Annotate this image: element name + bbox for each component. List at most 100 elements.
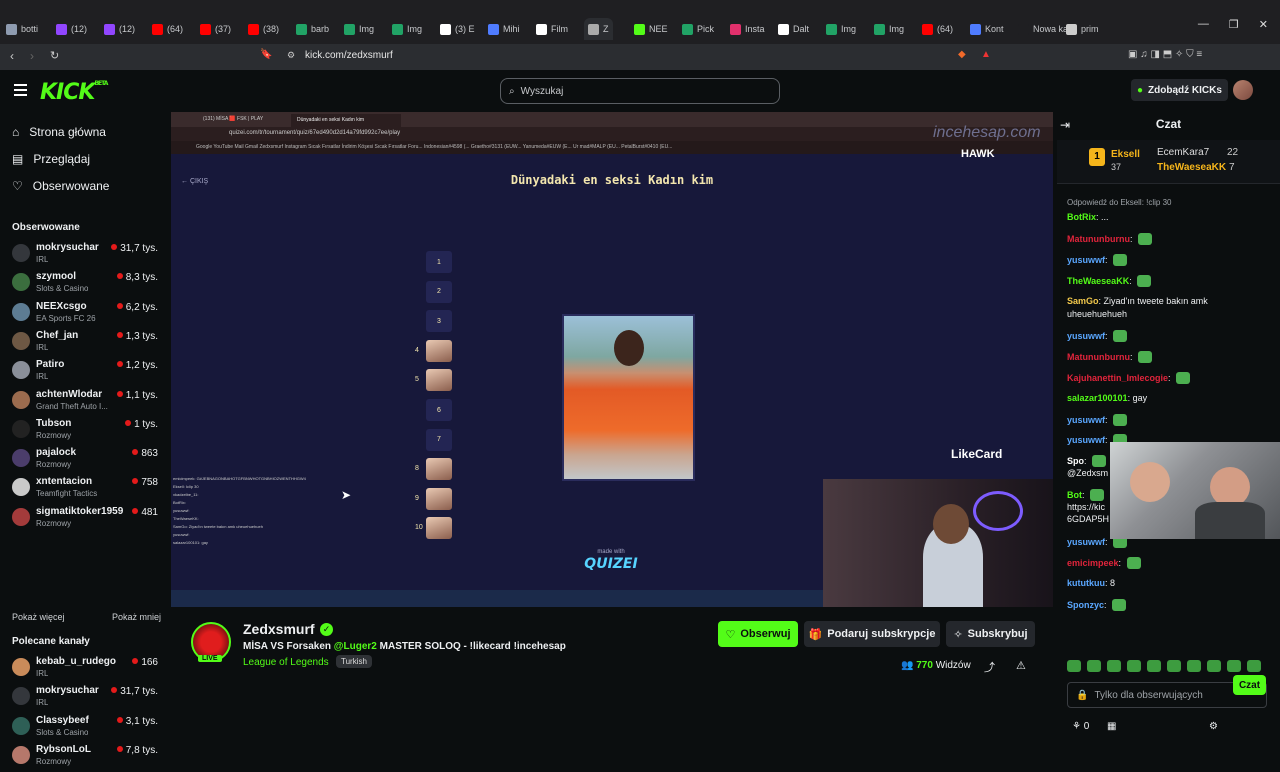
follow-button[interactable]: ♡ Obserwuj <box>718 621 798 647</box>
subscribe-label: Subskrybuj <box>967 628 1028 640</box>
site-info-icon[interactable]: ⚙ <box>287 50 295 61</box>
close-icon[interactable]: ✕ <box>1259 18 1268 31</box>
video-player[interactable]: (131) MİSA 🟥 FSK | PLAY Dünyadaki en sek… <box>171 112 1053 607</box>
report-icon[interactable]: ⚠ <box>1016 659 1026 672</box>
browser-tab[interactable]: Img <box>826 18 856 40</box>
get-kicks-button[interactable]: ● Zdobądź KICKs <box>1131 79 1228 101</box>
browser-tab[interactable]: Img <box>874 18 904 40</box>
browser-tab[interactable]: Img <box>344 18 374 40</box>
chat-username[interactable]: salazar100101 <box>1067 393 1128 403</box>
search-input[interactable]: ⌕ Wyszukaj <box>500 78 780 104</box>
chat-username[interactable]: Bot <box>1067 490 1082 500</box>
nav-browse[interactable]: ▤ Przeglądaj <box>12 152 90 166</box>
chat-username[interactable]: yusuwwf <box>1067 537 1105 547</box>
chat-username[interactable]: Matununburnu <box>1067 352 1130 362</box>
chat-send-button[interactable]: Czat <box>1233 675 1266 695</box>
channel-item[interactable]: Patiro IRL 1,2 tys. <box>12 359 162 387</box>
chat-username[interactable]: SamGo <box>1067 296 1099 306</box>
settings-icon[interactable]: ⚙ <box>1209 721 1218 732</box>
streamer-name[interactable]: Zedxsmurf <box>243 621 315 637</box>
chat-username[interactable]: Spo <box>1067 456 1084 466</box>
reload-icon[interactable]: ↻ <box>50 49 59 62</box>
chat-message: TheWaeseaKK: <box>1067 275 1277 287</box>
show-less-button[interactable]: Pokaż mniej <box>112 612 161 622</box>
browser-tab[interactable]: (12) <box>104 18 135 40</box>
channel-item[interactable]: Classybeef Slots & Casino 3,1 tys. <box>12 715 162 743</box>
channel-item[interactable]: szymool Slots & Casino 8,3 tys. <box>12 271 162 299</box>
back-icon[interactable]: ‹ <box>10 49 14 63</box>
store-icon[interactable]: ▦ <box>1107 721 1116 732</box>
browser-tab[interactable]: Pick <box>682 18 714 40</box>
channel-item[interactable]: mokrysuchar IRL 31,7 tys. <box>12 242 162 270</box>
maximize-icon[interactable]: ❐ <box>1229 18 1239 31</box>
chat-username[interactable]: yusuwwf <box>1067 331 1105 341</box>
chat-colon: : <box>1168 373 1174 383</box>
channel-item[interactable]: kebab_u_rudego IRL 166 <box>12 656 162 684</box>
channel-avatar <box>12 331 30 350</box>
chat-username[interactable]: Sponzyc <box>1067 600 1104 610</box>
browser-tab[interactable]: Insta <box>730 18 765 40</box>
browser-tab[interactable]: (38) <box>248 18 279 40</box>
browser-tab[interactable]: Mihi <box>488 18 520 40</box>
browser-tab[interactable]: NEE <box>634 18 668 40</box>
channel-item[interactable]: Chef_jan IRL 1,3 tys. <box>12 330 162 358</box>
minimize-icon[interactable]: — <box>1198 18 1209 31</box>
url-field[interactable]: kick.com/zedxsmurf <box>305 50 393 61</box>
chat-username[interactable]: Matununburnu <box>1067 234 1130 244</box>
channel-item[interactable]: xntentacion Teamfight Tactics 758 <box>12 476 162 504</box>
chat-username[interactable]: yusuwwf <box>1067 435 1105 445</box>
chat-username[interactable]: TheWaeseaKK <box>1067 276 1129 286</box>
browser-tab[interactable]: (37) <box>200 18 231 40</box>
channel-points[interactable]: ⚘ 0 <box>1072 721 1089 732</box>
browser-tab[interactable]: Dalt <box>778 18 809 40</box>
rewards-icon[interactable]: ▲ <box>981 49 991 60</box>
chat-username[interactable]: kututkuu <box>1067 578 1105 588</box>
stream-language-tag[interactable]: Turkish <box>336 655 372 668</box>
chat-username[interactable]: Kajuhanettin_Imlecogie <box>1067 373 1168 383</box>
browser-tab[interactable]: Z <box>584 18 613 40</box>
emote-bar[interactable] <box>1067 660 1272 674</box>
browser-tab[interactable]: Kont <box>970 18 1004 40</box>
gifter-3-name[interactable]: TheWaeseaKK <box>1157 162 1226 173</box>
channel-item[interactable]: pajalock Rozmowy 863 <box>12 447 162 475</box>
share-icon[interactable]: ⤴ <box>984 659 995 675</box>
channel-item[interactable]: sigmatiktoker1959 Rozmowy 481 <box>12 506 162 534</box>
browser-tab[interactable]: Nowa ka <box>1018 18 1068 40</box>
browser-tab[interactable]: Film <box>536 18 568 40</box>
channel-item[interactable]: Tubson Rozmowy 1 tys. <box>12 418 162 446</box>
stream-title-mention[interactable]: @Luger2 <box>334 641 377 652</box>
chat-colon: : <box>1105 255 1111 265</box>
browser-tab[interactable]: (64) <box>152 18 183 40</box>
channel-item[interactable]: mokrysuchar IRL 31,7 tys. <box>12 685 162 713</box>
browser-tab[interactable]: barb <box>296 18 329 40</box>
chat-username[interactable]: yusuwwf <box>1067 415 1105 425</box>
browser-tab[interactable]: (12) <box>56 18 87 40</box>
user-avatar[interactable] <box>1233 80 1253 100</box>
gifter-2-name[interactable]: EcemKara7 <box>1157 147 1209 158</box>
subscribe-button[interactable]: ✧ Subskrybuj <box>946 621 1035 647</box>
chat-username[interactable]: yusuwwf <box>1067 255 1105 265</box>
nav-home[interactable]: ⌂ Strona główna <box>12 125 106 139</box>
channel-item[interactable]: achtenWlodar Grand Theft Auto I... 1,1 tys… <box>12 389 162 417</box>
browser-tab[interactable]: botti <box>6 18 38 40</box>
browser-tab[interactable]: Img <box>392 18 422 40</box>
top-gifter-name[interactable]: Eksell <box>1111 149 1140 160</box>
stream-category[interactable]: League of Legends <box>243 657 329 668</box>
gift-subs-button[interactable]: 🎁 Podaruj subskrypcje <box>804 621 940 647</box>
browser-tab[interactable]: (3) E <box>440 18 475 40</box>
kick-logo[interactable]: KICKBETA <box>40 80 108 105</box>
chat-username[interactable]: emicimpeek <box>1067 558 1119 568</box>
menu-icon[interactable] <box>14 84 27 99</box>
browser-tab[interactable]: (64) <box>922 18 953 40</box>
browser-tab[interactable]: prim <box>1066 18 1099 40</box>
nav-following[interactable]: ♡ Obserwowane <box>12 179 109 193</box>
show-more-button[interactable]: Pokaż więcej <box>12 612 65 622</box>
forward-icon[interactable]: › <box>30 49 34 63</box>
channel-item[interactable]: NEEXcsgo EA Sports FC 26 6,2 tys. <box>12 301 162 329</box>
channel-item[interactable]: RybsonLoL Rozmowy 7,8 tys. <box>12 744 162 772</box>
brave-shield-icon[interactable]: ◆ <box>958 49 966 60</box>
bookmark-icon[interactable]: 🔖 <box>260 49 272 60</box>
channel-name: RybsonLoL <box>36 743 91 755</box>
chat-username[interactable]: BotRix <box>1067 212 1096 222</box>
extensions-icon[interactable]: ▣ ♫ ◨ ⬒ ✧ ⛉ ≡ <box>1128 49 1202 60</box>
